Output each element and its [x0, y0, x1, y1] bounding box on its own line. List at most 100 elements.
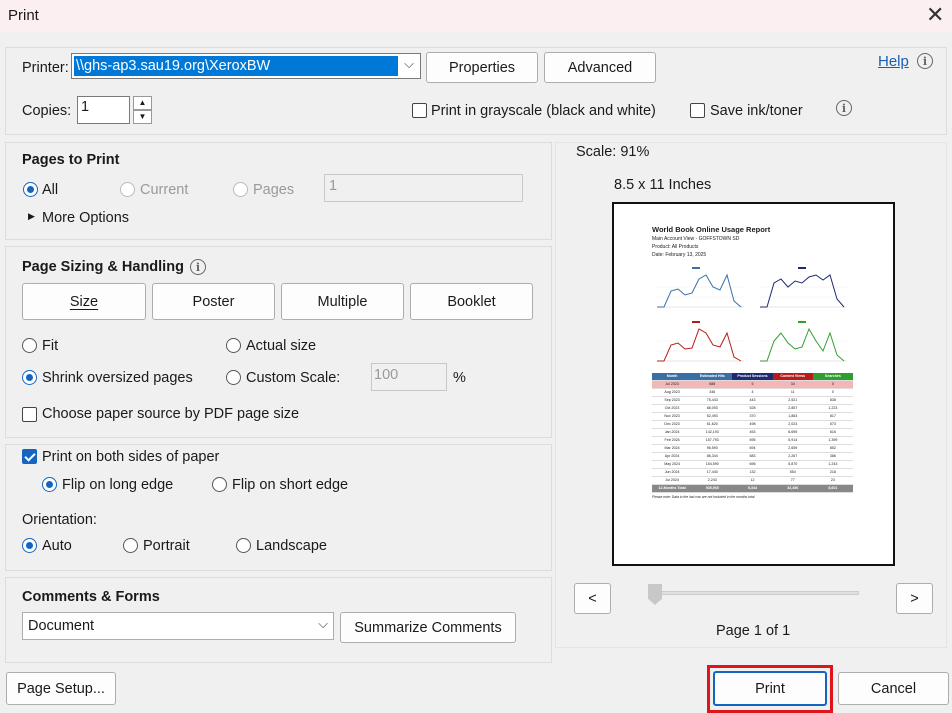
tab-booklet[interactable]: Booklet [410, 283, 533, 320]
table-cell: 17,440 [706, 470, 718, 474]
long-edge-radio[interactable] [42, 477, 57, 492]
tab-multiple[interactable]: Multiple [281, 283, 404, 320]
copies-up-arrow[interactable]: ▲ [133, 96, 152, 110]
both-sides-checkbox[interactable] [22, 449, 37, 464]
table-cell: 2,521 [788, 398, 798, 402]
expand-arrow-icon[interactable]: ▶ [28, 211, 35, 222]
table-cell: 694 [749, 446, 756, 450]
table-row: Mar 2024 96,590 694 2,659 852 [652, 445, 853, 453]
printer-select[interactable]: \\ghs-ap3.sau19.org\XeroxBW ⌵ [71, 53, 421, 79]
auto-label: Auto [42, 538, 72, 554]
actual-size-radio[interactable] [226, 338, 241, 353]
pages-current-label: Current [140, 182, 189, 198]
table-cell: 2,267 [788, 454, 798, 458]
properties-button[interactable]: Properties [426, 52, 538, 83]
table-cell: 4 [751, 390, 754, 394]
custom-scale-label: Custom Scale: [246, 370, 341, 386]
more-options-label[interactable]: More Options [42, 210, 129, 226]
pages-range-label: Pages [253, 182, 295, 198]
help-link[interactable]: Help [878, 53, 909, 70]
tab-poster[interactable]: Poster [152, 283, 275, 320]
table-cell: 12-Months Total [652, 485, 693, 492]
table-note: Please note: Data in the last row are no… [652, 495, 755, 499]
chart-searches [760, 321, 847, 362]
custom-scale-radio[interactable] [226, 370, 241, 385]
pages-all-radio[interactable] [23, 182, 38, 197]
table-cell: 838 [829, 398, 836, 402]
advanced-button[interactable]: Advanced [544, 52, 656, 83]
save-ink-info-icon[interactable]: i [836, 100, 852, 116]
chart-sessions [760, 267, 847, 308]
grayscale-checkbox[interactable] [412, 103, 427, 118]
page-slider-track[interactable] [650, 591, 859, 595]
table-row: Feb 2024 157,793 595 5,914 1,399 [652, 437, 853, 445]
help-info-icon[interactable]: i [917, 53, 933, 69]
shrink-label: Shrink oversized pages [42, 370, 193, 386]
table-cell: 453 [749, 430, 756, 434]
table-cell: 935,965 [692, 485, 733, 492]
landscape-radio[interactable] [236, 538, 251, 553]
comments-select[interactable]: Document ⌵ [22, 612, 334, 640]
pages-range-input[interactable]: 1 [324, 174, 523, 202]
table-row: Dec 2023 61,620 498 2,023 573 [652, 421, 853, 429]
table-cell: 154,590 [705, 462, 719, 466]
copies-label: Copies: [22, 103, 72, 119]
table-cell: 370 [749, 414, 756, 418]
table-cell: 346 [709, 390, 716, 394]
table-cell: Apr 2024 [664, 454, 680, 458]
page-setup-button[interactable]: Page Setup... [6, 672, 116, 705]
fit-label: Fit [42, 338, 59, 354]
table-cell: 498 [749, 422, 756, 426]
shrink-radio[interactable] [22, 370, 37, 385]
prev-page-button[interactable]: < [574, 583, 611, 614]
copies-down-arrow[interactable]: ▼ [133, 110, 152, 124]
comments-heading: Comments & Forms [22, 589, 160, 605]
comments-value: Document [28, 618, 95, 634]
chevron-down-icon: ⌵ [318, 616, 328, 631]
table-row: Jan 2024 142,193 453 6,695 616 [652, 429, 853, 437]
table-cell: 817 [829, 414, 836, 418]
save-ink-label: Save ink/toner [710, 103, 803, 119]
table-cell: May 2024 [664, 462, 680, 466]
sizing-info-icon[interactable]: i [190, 259, 206, 275]
doc-charts [657, 267, 847, 362]
table-cell: Jul 2023 [652, 381, 693, 388]
scale-readout: Scale: 91% [576, 144, 650, 160]
percent-label: % [453, 370, 466, 386]
table-cell: 32,456 [772, 485, 813, 492]
table-cell: 2,023 [788, 422, 798, 426]
copies-input[interactable]: 1 [77, 96, 130, 124]
printer-label: Printer: [22, 60, 69, 76]
auto-radio[interactable] [22, 538, 37, 553]
table-row: Jun 2024 17,440 132 554 218 [652, 469, 853, 477]
doc-line1: Main Account View - GOFFSTOWN SD [652, 236, 740, 242]
table-cell: 61,620 [706, 422, 718, 426]
next-page-button[interactable]: > [896, 583, 933, 614]
table-cell: 88,093 [706, 406, 718, 410]
table-cell: 86,344 [706, 454, 718, 458]
paper-source-checkbox[interactable] [22, 407, 37, 422]
table-cell: Jul 2024 [665, 478, 679, 482]
preview-page: World Book Online Usage Report Main Acco… [620, 210, 886, 558]
table-cell: 1,243 [828, 462, 838, 466]
table-cell: 12 [750, 478, 755, 482]
tab-size[interactable]: Size [22, 283, 146, 320]
table-cell: Jan 2024 [664, 430, 680, 434]
cancel-button[interactable]: Cancel [838, 672, 949, 705]
table-cell: Oct 2023 [664, 406, 680, 410]
print-button[interactable]: Print [713, 671, 827, 706]
table-cell: Mar 2024 [664, 446, 680, 450]
save-ink-checkbox[interactable] [690, 103, 705, 118]
summarize-comments-button[interactable]: Summarize Comments [340, 612, 516, 643]
table-cell: Searches [812, 373, 854, 380]
custom-scale-input[interactable]: 100 [371, 363, 447, 391]
close-icon[interactable]: ✕ [926, 2, 944, 28]
fit-radio[interactable] [22, 338, 37, 353]
short-edge-radio[interactable] [212, 477, 227, 492]
portrait-radio[interactable] [123, 538, 138, 553]
doc-line2: Product: All Products [652, 244, 699, 250]
table-total-row: 12-Months Total 935,965 5,344 32,456 8,601 [652, 485, 854, 493]
pages-range-radio[interactable] [233, 182, 248, 197]
pages-current-radio[interactable] [120, 182, 135, 197]
grayscale-label: Print in grayscale (black and white) [431, 103, 656, 119]
